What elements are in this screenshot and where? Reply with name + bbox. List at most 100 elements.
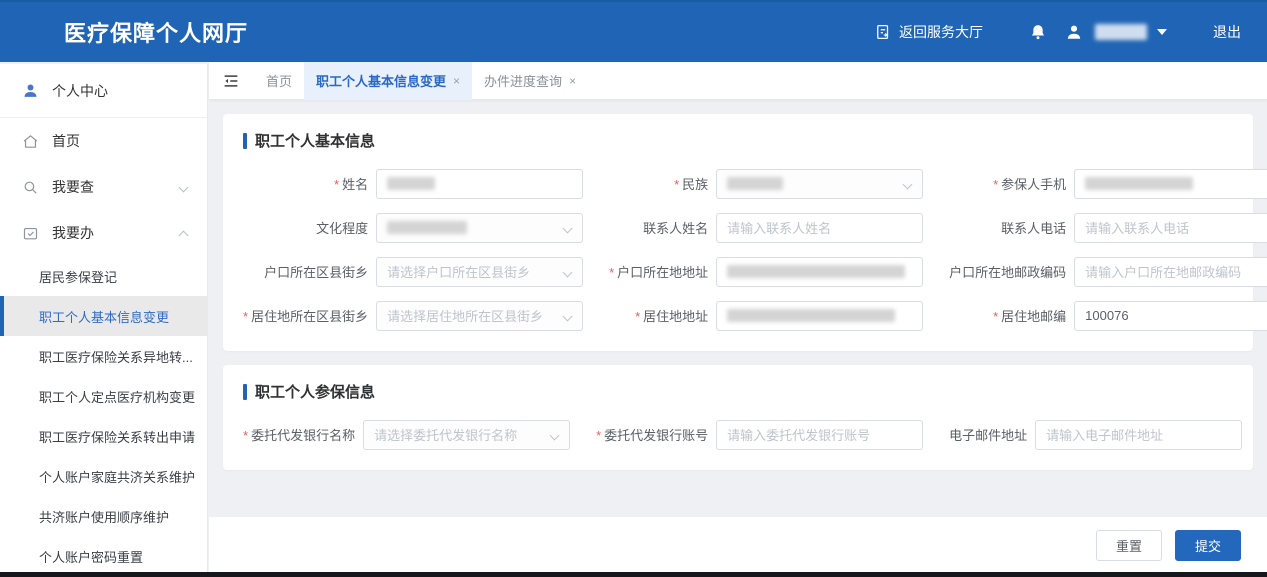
field-label: *户口所在地地址 xyxy=(609,262,708,281)
form-actions-bar: 重置 提交 xyxy=(209,517,1267,577)
document-arrow-icon xyxy=(874,23,892,41)
chevron-up-icon xyxy=(179,230,189,240)
ethnicity-select[interactable] xyxy=(716,169,923,199)
close-icon[interactable]: × xyxy=(569,74,576,88)
residence-district-select[interactable]: 请选择居住地所在区县街乡 xyxy=(376,301,583,331)
basic-info-card: 职工个人基本信息 *姓名 *民族 *参保人手机 xyxy=(223,114,1253,351)
user-icon xyxy=(22,82,39,99)
folder-check-icon xyxy=(22,225,39,242)
return-hall-label: 返回服务大厅 xyxy=(899,22,983,42)
insured-phone-input[interactable] xyxy=(1074,169,1267,199)
section-title-insured-info: 职工个人参保信息 xyxy=(243,381,1233,402)
field-label: *文化程度 xyxy=(316,218,368,237)
name-input[interactable] xyxy=(376,169,583,199)
close-icon[interactable]: × xyxy=(453,74,460,88)
field-bank-account: *委托代发银行账号 请输入委托代发银行账号 xyxy=(596,419,923,450)
email-input[interactable]: 请输入电子邮件地址 xyxy=(1035,420,1242,450)
chevron-down-icon xyxy=(563,311,573,321)
field-label: *民族 xyxy=(674,174,708,193)
hukou-district-select[interactable]: 请选择户口所在区县街乡 xyxy=(376,257,583,287)
sidebar-subitem-designated-hospital-change[interactable]: 职工个人定点医疗机构变更 xyxy=(0,376,207,416)
field-label: *居住地邮编 xyxy=(993,306,1066,325)
sidebar-item-apply[interactable]: 我要办 xyxy=(0,210,207,256)
title-bar-accent xyxy=(243,384,247,400)
residence-address-input[interactable] xyxy=(716,301,923,331)
sidebar-subitem-resident-registration[interactable]: 居民参保登记 xyxy=(0,256,207,296)
sidebar-item-query[interactable]: 我要查 xyxy=(0,164,207,210)
field-contact-name: *联系人姓名 请输入联系人姓名 xyxy=(609,212,923,243)
sidebar-subitem-insurance-relation-transfer-in[interactable]: 职工医疗保险关系异地转... xyxy=(0,336,207,376)
field-name: *姓名 xyxy=(243,168,583,199)
redacted-value xyxy=(387,177,435,190)
home-icon xyxy=(22,133,39,150)
sidebar-item-personal-center[interactable]: 个人中心 xyxy=(0,64,207,118)
sidebar-subitem-insurance-relation-transfer-out[interactable]: 职工医疗保险关系转出申请 xyxy=(0,416,207,456)
sidebar-subitem-account-password-reset[interactable]: 个人账户密码重置 xyxy=(0,536,207,576)
sidebar-item-label: 我要查 xyxy=(52,177,94,197)
redacted-value xyxy=(727,309,895,322)
field-label: *居住地地址 xyxy=(635,306,708,325)
required-asterisk: * xyxy=(993,177,998,192)
redacted-value xyxy=(1085,177,1193,190)
contact-phone-input[interactable]: 请输入联系人电话 xyxy=(1074,213,1267,243)
field-hukou-address: *户口所在地地址 xyxy=(609,256,923,287)
bell-icon xyxy=(1029,23,1047,41)
field-ethnicity: *民族 xyxy=(609,168,923,199)
field-residence-postcode: *居住地邮编 100076 xyxy=(949,300,1267,331)
tab-employee-info-change[interactable]: 职工个人基本信息变更 × xyxy=(304,62,472,100)
tab-label: 首页 xyxy=(266,71,292,90)
tab-progress-query[interactable]: 办件进度查询 × xyxy=(472,62,588,100)
tab-home[interactable]: 首页 xyxy=(254,62,304,100)
sidebar: 个人中心 首页 我要查 我要办 居民参保登记 职工个人基本信息变更 职工医疗保险… xyxy=(0,64,208,577)
main-area: 首页 职工个人基本信息变更 × 办件进度查询 × 职工个人基本信息 *姓名 xyxy=(209,62,1267,577)
hukou-postcode-input[interactable]: 请输入户口所在地邮政编码 xyxy=(1074,257,1267,287)
redacted-value xyxy=(727,265,905,278)
field-hukou-postcode: *户口所在地邮政编码 请输入户口所在地邮政编码 xyxy=(949,256,1267,287)
chevron-down-icon xyxy=(903,179,913,189)
header-actions: 返回服务大厅 退出 xyxy=(874,22,1241,42)
sidebar-subitem-family-mutual-aid[interactable]: 个人账户家庭共济关系维护 xyxy=(0,456,207,496)
bank-account-input[interactable]: 请输入委托代发银行账号 xyxy=(716,420,923,450)
logout-button[interactable]: 退出 xyxy=(1213,22,1241,42)
required-asterisk: * xyxy=(243,428,248,443)
chevron-down-icon xyxy=(550,430,560,440)
field-label: *姓名 xyxy=(334,174,368,193)
required-asterisk: * xyxy=(993,309,998,324)
hukou-address-input[interactable] xyxy=(716,257,923,287)
username-redacted xyxy=(1095,24,1147,40)
field-label: *委托代发银行名称 xyxy=(243,425,355,444)
contact-name-input[interactable]: 请输入联系人姓名 xyxy=(716,213,923,243)
field-label: *参保人手机 xyxy=(993,174,1066,193)
tab-bar: 首页 职工个人基本信息变更 × 办件进度查询 × xyxy=(209,62,1267,100)
user-avatar-button[interactable] xyxy=(1065,23,1083,41)
insured-info-form: *委托代发银行名称 请选择委托代发银行名称 *委托代发银行账号 请输入委托代发银… xyxy=(243,419,1233,450)
chevron-down-icon[interactable] xyxy=(1157,29,1167,35)
field-label: *联系人姓名 xyxy=(643,218,708,237)
field-bank-name: *委托代发银行名称 请选择委托代发银行名称 xyxy=(243,419,570,450)
sidebar-item-home[interactable]: 首页 xyxy=(0,118,207,164)
basic-info-form: *姓名 *民族 *参保人手机 xyxy=(243,168,1233,331)
sidebar-subitem-employee-info-change[interactable]: 职工个人基本信息变更 xyxy=(0,296,207,336)
content-area: 职工个人基本信息 *姓名 *民族 *参保人手机 xyxy=(209,100,1267,577)
chevron-down-icon xyxy=(563,223,573,233)
education-select[interactable] xyxy=(376,213,583,243)
redacted-value xyxy=(387,221,467,234)
sidebar-subitem-mutual-account-order[interactable]: 共济账户使用顺序维护 xyxy=(0,496,207,536)
notification-bell-button[interactable] xyxy=(1029,23,1047,41)
tab-label: 职工个人基本信息变更 xyxy=(316,71,446,90)
residence-postcode-input[interactable]: 100076 xyxy=(1074,301,1267,331)
sidebar-item-label: 个人中心 xyxy=(52,81,108,101)
sidebar-fold-icon[interactable] xyxy=(222,72,240,90)
required-asterisk: * xyxy=(674,177,679,192)
sidebar-item-label: 我要办 xyxy=(52,223,94,243)
return-hall-button[interactable]: 返回服务大厅 xyxy=(874,22,983,42)
tab-label: 办件进度查询 xyxy=(484,71,562,90)
chevron-down-icon xyxy=(179,182,189,192)
section-title-basic-info: 职工个人基本信息 xyxy=(243,130,1233,151)
field-hukou-district: *户口所在区县街乡 请选择户口所在区县街乡 xyxy=(243,256,583,287)
bank-name-select[interactable]: 请选择委托代发银行名称 xyxy=(363,420,570,450)
required-asterisk: * xyxy=(596,428,601,443)
submit-button[interactable]: 提交 xyxy=(1175,530,1241,561)
reset-button[interactable]: 重置 xyxy=(1096,530,1162,561)
redacted-value xyxy=(727,177,783,190)
